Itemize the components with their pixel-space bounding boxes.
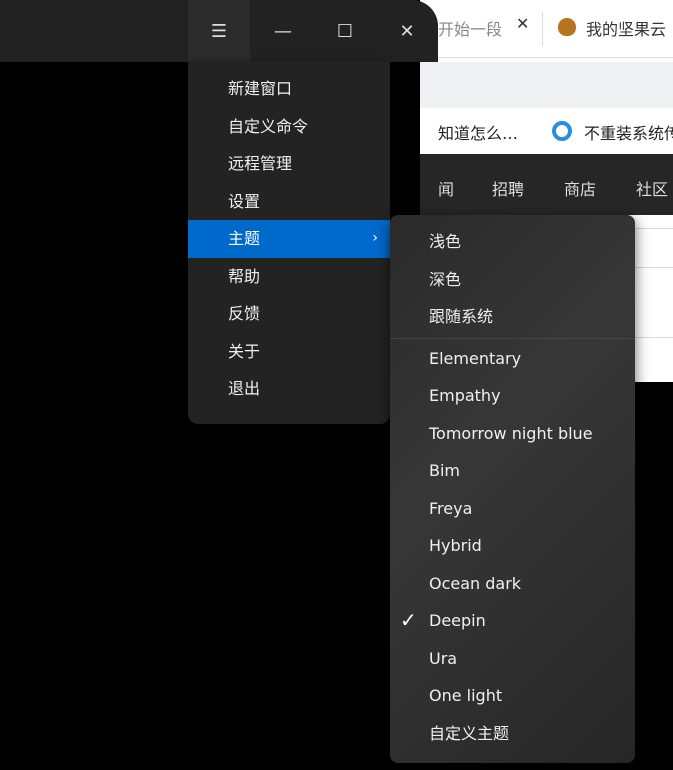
theme-item[interactable]: Ocean dark <box>390 565 635 603</box>
theme-item[interactable]: Freya <box>390 490 635 528</box>
browser-tab-bar: 开始一段 ✕ 我的坚果云 <box>420 0 673 58</box>
nav-link[interactable]: 招聘 <box>492 176 524 200</box>
site-nav: 闻 招聘 商店 社区 <box>420 154 673 215</box>
menu-item-custom-commands[interactable]: 自定义命令 <box>188 108 390 146</box>
chevron-right-icon: › <box>372 230 378 246</box>
theme-mode-light[interactable]: 浅色 <box>390 223 635 261</box>
close-icon: ✕ <box>399 20 415 42</box>
theme-item[interactable]: Tomorrow night blue <box>390 415 635 453</box>
menu-item-feedback[interactable]: 反馈 <box>188 295 390 333</box>
theme-mode-dark[interactable]: 深色 <box>390 261 635 299</box>
acorn-icon <box>558 18 576 36</box>
nav-link[interactable]: 社区 <box>636 176 668 200</box>
theme-item[interactable]: Empathy <box>390 377 635 415</box>
menu-item-exit[interactable]: 退出 <box>188 370 390 408</box>
theme-item[interactable]: Elementary <box>390 340 635 378</box>
menu-item-new-window[interactable]: 新建窗口 <box>188 70 390 108</box>
close-button[interactable]: ✕ <box>376 0 438 62</box>
theme-item-label: Deepin <box>429 611 486 630</box>
maximize-icon: ☐ <box>336 20 354 42</box>
bookmark[interactable]: 不重装系统传 <box>584 120 673 144</box>
main-menu: 新建窗口 自定义命令 远程管理 设置 主题 › 帮助 反馈 关于 退出 <box>188 62 390 424</box>
menu-item-help[interactable]: 帮助 <box>188 258 390 296</box>
maximize-button[interactable]: ☐ <box>314 0 376 62</box>
deepin-logo-icon <box>552 121 572 141</box>
tab-divider <box>542 12 543 46</box>
minimize-button[interactable]: — <box>252 0 314 62</box>
theme-item[interactable]: Hybrid <box>390 527 635 565</box>
tab-close-icon[interactable]: ✕ <box>516 14 529 33</box>
menu-item-settings[interactable]: 设置 <box>188 183 390 221</box>
theme-item-checked[interactable]: ✓ Deepin <box>390 602 635 640</box>
theme-item[interactable]: Bim <box>390 452 635 490</box>
theme-submenu: 浅色 深色 跟随系统 Elementary Empathy Tomorrow n… <box>390 215 635 763</box>
menu-button[interactable]: ☰ <box>188 0 250 62</box>
theme-item[interactable]: Ura <box>390 640 635 678</box>
divider <box>390 337 635 339</box>
nav-link[interactable]: 商店 <box>564 176 596 200</box>
theme-mode-system[interactable]: 跟随系统 <box>390 298 635 336</box>
browser-tab[interactable]: 开始一段 <box>438 16 502 40</box>
menu-item-about[interactable]: 关于 <box>188 333 390 371</box>
hamburger-icon: ☰ <box>210 20 228 42</box>
menu-item-remote-management[interactable]: 远程管理 <box>188 145 390 183</box>
terminal-titlebar: ☰ — ☐ ✕ <box>0 0 438 62</box>
bookmarks-bar: 知道怎么… 不重装系统传 <box>420 108 673 154</box>
menu-item-label: 主题 <box>228 229 261 248</box>
theme-item-custom[interactable]: 自定义主题 <box>390 715 635 753</box>
minimize-icon: — <box>274 20 292 42</box>
browser-tab[interactable]: 我的坚果云 <box>586 16 666 40</box>
theme-item[interactable]: One light <box>390 677 635 715</box>
nav-link[interactable]: 闻 <box>438 176 454 200</box>
checkmark-icon: ✓ <box>400 608 417 632</box>
menu-item-theme[interactable]: 主题 › <box>188 220 390 258</box>
bookmark[interactable]: 知道怎么… <box>438 120 518 144</box>
browser-toolbar <box>420 62 673 108</box>
